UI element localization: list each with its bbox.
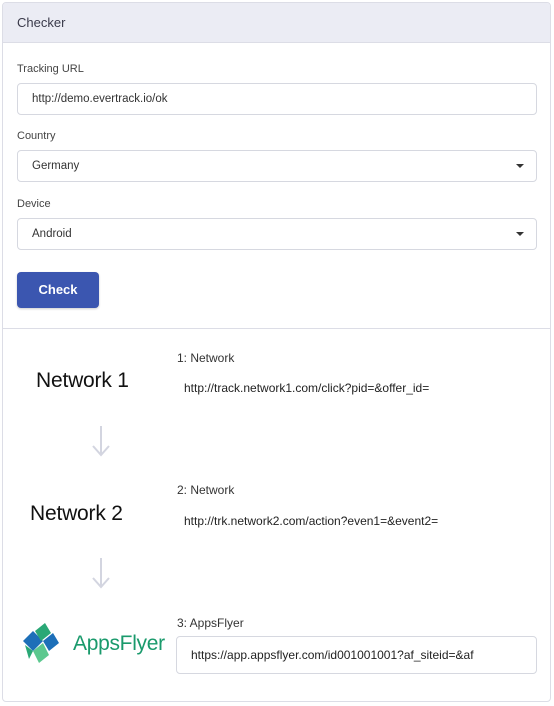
- tracking-url-input[interactable]: http://demo.evertrack.io/ok: [17, 83, 537, 115]
- check-button[interactable]: Check: [17, 272, 99, 308]
- step-2-url: http://trk.network2.com/action?even1=&ev…: [184, 514, 439, 528]
- appsflyer-mark-icon: [23, 623, 59, 663]
- caret-down-icon: [516, 232, 524, 236]
- step-3-url-box[interactable]: https://app.appsflyer.com/id001001001?af…: [176, 636, 537, 674]
- arrow-down-icon: [92, 558, 110, 589]
- country-label: Country: [17, 130, 56, 142]
- appsflyer-logo-text: AppsFlyer: [73, 632, 165, 655]
- step-1-url: http://track.network1.com/click?pid=&off…: [184, 381, 430, 395]
- country-value: Germany: [32, 160, 80, 172]
- arrow-down-icon: [92, 426, 110, 457]
- card-header: Checker: [3, 3, 550, 43]
- device-select[interactable]: Android: [17, 218, 537, 250]
- country-select[interactable]: Germany: [17, 150, 537, 182]
- page-title: Checker: [17, 15, 66, 30]
- tracking-url-value: http://demo.evertrack.io/ok: [32, 93, 168, 105]
- tracking-url-label: Tracking URL: [17, 63, 84, 75]
- step-3-url: https://app.appsflyer.com/id001001001?af…: [191, 648, 474, 662]
- caret-down-icon: [516, 164, 524, 168]
- device-value: Android: [32, 228, 72, 240]
- step-3-title: 3: AppsFlyer: [177, 616, 244, 630]
- appsflyer-logo: AppsFlyer: [21, 621, 165, 667]
- checker-card: Checker Tracking URL http://demo.evertra…: [2, 2, 551, 702]
- network-2-logo: Network 2: [30, 502, 123, 525]
- network-1-logo: Network 1: [36, 369, 129, 392]
- step-1-title: 1: Network: [177, 351, 235, 365]
- step-2-title: 2: Network: [177, 483, 235, 497]
- section-divider: [3, 328, 550, 329]
- device-label: Device: [17, 198, 51, 210]
